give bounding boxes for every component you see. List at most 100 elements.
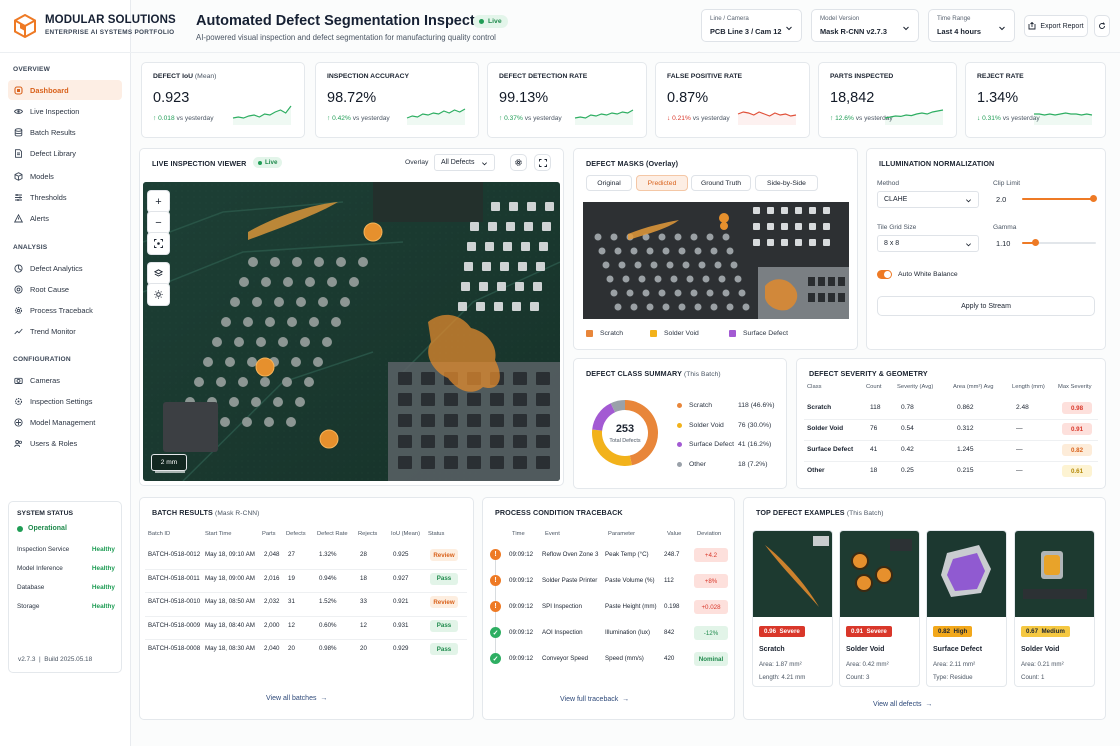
sidebar-item-cameras[interactable]: Cameras [8, 370, 122, 390]
users-icon [14, 439, 22, 447]
batch-cell: 31 [288, 598, 295, 605]
severity-cell: — [1016, 467, 1023, 474]
view-full-traceback-link[interactable]: View full traceback → [560, 696, 629, 703]
batch-header: IoU (Mean) [391, 531, 420, 537]
brand-name: MODULAR SOLUTIONS [45, 14, 176, 26]
batch-results-title: BATCH RESULTS (Mask R-CNN) [152, 508, 260, 517]
severity-cell: 18 [870, 467, 878, 474]
tile-grid-label: Tile Grid Size [877, 224, 917, 231]
chevron-down-icon [966, 243, 971, 247]
sidebar-item-alerts[interactable]: Alerts [8, 208, 122, 228]
slider-handle[interactable] [1031, 239, 1039, 246]
tile-grid-select[interactable]: 8 x 8 [877, 235, 979, 252]
overlay-label: Overlay [405, 159, 429, 166]
severity-header: Area (mm²) Avg [953, 384, 994, 390]
mask-tab-predicted[interactable]: Predicted [636, 175, 688, 191]
line-camera-select[interactable]: Line / Camera PCB Line 3 / Cam 12 [701, 9, 802, 42]
viewer-settings-button[interactable] [510, 154, 527, 171]
clip-limit-label: Clip Limit [993, 180, 1021, 187]
sidebar-item-dashboard[interactable]: Dashboard [8, 80, 122, 100]
defect-mask-image[interactable] [583, 202, 849, 319]
sidebar-item-process-traceback[interactable]: Process Traceback [8, 300, 122, 320]
severity-cell: Surface Defect [807, 446, 854, 453]
status-healthy: Healthy [91, 546, 115, 553]
defect-example-name: Solder Void [846, 646, 885, 653]
traceback-cell: 09:09:12 [509, 603, 534, 610]
traceback-cell: Paste Height (mm) [605, 603, 657, 610]
severity-cell: 0.78 [901, 404, 914, 411]
dashboard-icon [14, 85, 23, 95]
severity-cell: Solder Void [807, 425, 844, 432]
sidebar-item-defect-analytics[interactable]: Defect Analytics [8, 258, 122, 278]
sidebar-item-thresholds[interactable]: Thresholds [8, 187, 122, 207]
severity-cell: 0.215 [957, 467, 974, 474]
batch-cell: BATCH-0518-0012 [148, 551, 201, 558]
time-range-select[interactable]: Time Range Last 4 hours [928, 9, 1015, 42]
viewer-title: LIVE INSPECTION VIEWER [152, 159, 247, 168]
model-version-select[interactable]: Model Version Mask R-CNN v2.7.3 [811, 9, 919, 42]
traceback-cell: Conveyor Speed [542, 655, 589, 662]
gamma-slider[interactable] [1022, 239, 1096, 246]
traceback-cell: 09:09:12 [509, 629, 534, 636]
defect-example-card[interactable]: 0.67 Medium Solder Void Area: 0.21 mm² Coun… [1014, 530, 1095, 687]
auto-white-balance-label: Auto White Balance [898, 271, 958, 278]
traceback-header: Value [667, 531, 682, 537]
apply-to-stream-button[interactable]: Apply to Stream [877, 296, 1095, 316]
severity-cell: Scratch [807, 404, 832, 411]
view-all-defects-link[interactable]: View all defects → [873, 701, 932, 708]
sidebar-item-root-cause[interactable]: Root Cause [8, 279, 122, 299]
zoom-out-button[interactable]: − [148, 212, 169, 233]
batch-status-badge: Pass [430, 572, 458, 585]
brightness-button[interactable] [148, 284, 169, 305]
defect-example-card[interactable]: 0.91 Severe Solder Void Area: 0.42 mm² Coun… [839, 530, 920, 687]
defect-example-card[interactable]: 0.82 High Surface Defect Area: 2.11 mm² Typ… [926, 530, 1007, 687]
system-status-title: SYSTEM STATUS [17, 510, 74, 517]
kpi-card-reject-rate: REJECT RATE 1.34% ↓ 0.31% vs yesterday [965, 62, 1106, 138]
view-all-batches-link[interactable]: View all batches → [266, 695, 327, 702]
severity-cell: — [1016, 425, 1023, 432]
defect-example-image [1015, 531, 1094, 617]
document-icon [15, 148, 22, 158]
auto-white-balance-toggle[interactable] [877, 270, 892, 279]
method-select[interactable]: CLAHE [877, 191, 979, 208]
mask-tab-ground-truth[interactable]: Ground Truth [691, 175, 751, 191]
mask-tab-side-by-side[interactable]: Side-by-Side [755, 175, 818, 191]
traceback-header: Deviation [697, 531, 722, 537]
sidebar-item-defect-library[interactable]: Defect Library [8, 143, 122, 163]
defect-example-detail: Count: 3 [846, 674, 870, 681]
deviation-badge: -12% [694, 626, 728, 640]
traceback-cell: 09:09:12 [509, 551, 534, 558]
cube-icon [14, 171, 23, 181]
fullscreen-button[interactable] [534, 154, 551, 171]
sidebar-item-inspection-settings[interactable]: Inspection Settings [8, 391, 122, 411]
fit-view-button[interactable] [148, 233, 169, 254]
defect-example-card[interactable]: 0.96 Severe Scratch Area: 1.87 mm² Length: … [752, 530, 833, 687]
sidebar-item-models[interactable]: Models [8, 166, 122, 186]
system-status-row: Model Inference Healthy [17, 565, 115, 572]
layers-button[interactable] [148, 263, 169, 284]
status-healthy: Healthy [91, 603, 115, 610]
clip-limit-slider[interactable] [1022, 195, 1098, 202]
traceback-cell: Illumination (lux) [605, 629, 651, 636]
legend-dot [677, 403, 682, 408]
batch-cell: May 18, 08:30 AM [205, 645, 255, 652]
deviation-badge: +8% [694, 574, 728, 588]
export-report-button[interactable]: Export Report [1024, 15, 1088, 37]
refresh-button[interactable] [1094, 15, 1110, 37]
sidebar-item-live-inspection[interactable]: Live Inspection [8, 101, 122, 121]
zoom-in-button[interactable]: + [148, 191, 169, 212]
batch-cell: 2,016 [264, 574, 280, 582]
sidebar-item-batch-results[interactable]: Batch Results [8, 122, 122, 142]
kpi-label: DEFECT DETECTION RATE [499, 73, 588, 80]
severity-header: Count [866, 384, 882, 390]
eye-icon [14, 108, 23, 114]
sidebar-item-users-roles[interactable]: Users & Roles [8, 433, 122, 453]
overlay-select[interactable]: All Defects [434, 154, 495, 171]
sun-icon [154, 290, 163, 299]
live-inspection-image[interactable] [143, 182, 560, 481]
mask-tab-original[interactable]: Original [586, 175, 632, 191]
sidebar-item-model-management[interactable]: Model Management [8, 412, 122, 432]
batch-header: Defects [286, 531, 306, 537]
sidebar-item-trend-monitor[interactable]: Trend Monitor [8, 321, 122, 341]
warning-status-icon: ! [490, 575, 501, 586]
